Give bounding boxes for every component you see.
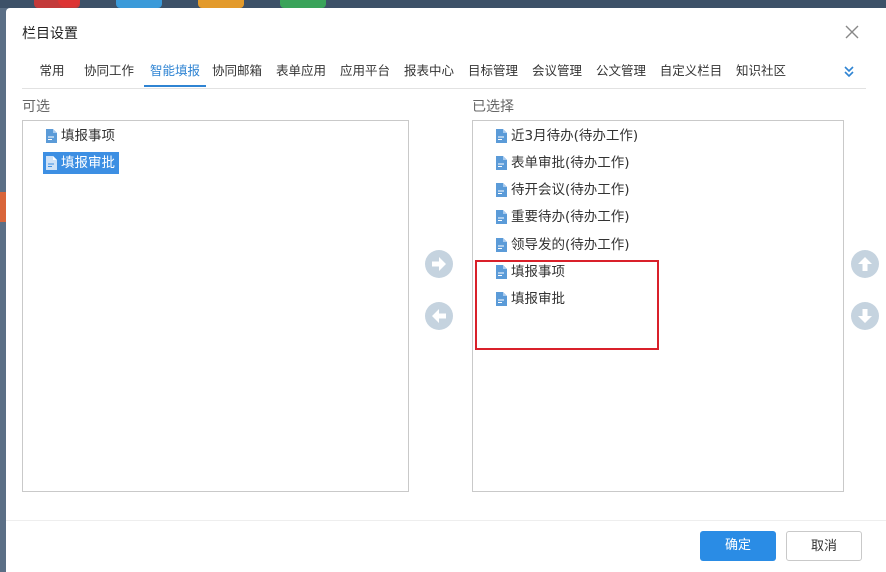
chosen-item[interactable]: 领导发的(待办工作) bbox=[495, 234, 634, 256]
item-label: 待开会议(待办工作) bbox=[511, 182, 630, 198]
tab-collaboration[interactable]: 协同工作 bbox=[80, 58, 138, 87]
arrow-right-icon[interactable] bbox=[424, 249, 454, 279]
tab-knowledge-community[interactable]: 知识社区 bbox=[732, 58, 790, 87]
tab-form-apps[interactable]: 表单应用 bbox=[272, 58, 330, 87]
tab-common[interactable]: 常用 bbox=[34, 58, 70, 87]
document-icon bbox=[496, 238, 507, 252]
footer-divider bbox=[6, 520, 886, 521]
document-icon bbox=[46, 129, 57, 143]
tab-bar: 常用 协同工作 智能填报 协同邮箱 表单应用 应用平台 报表中心 目标管理 会议… bbox=[22, 58, 866, 89]
chosen-label: 已选择 bbox=[472, 99, 514, 115]
close-icon[interactable] bbox=[842, 22, 862, 42]
available-item-fill-matters[interactable]: 填报事项 bbox=[45, 125, 119, 147]
background-app-tile bbox=[116, 0, 162, 8]
column-settings-dialog: 栏目设置 常用 协同工作 智能填报 协同邮箱 表单应用 应用平台 报表中心 目标… bbox=[6, 8, 886, 572]
dialog-title: 栏目设置 bbox=[22, 26, 78, 42]
background-notification-badge bbox=[58, 0, 80, 7]
document-icon bbox=[496, 129, 507, 143]
item-label: 重要待办(待办工作) bbox=[511, 209, 630, 225]
tab-report-center[interactable]: 报表中心 bbox=[400, 58, 458, 87]
item-label: 表单审批(待办工作) bbox=[511, 155, 630, 171]
arrow-up-icon[interactable] bbox=[850, 249, 880, 279]
annotation-highlight-box bbox=[475, 260, 659, 350]
item-label: 填报事项 bbox=[61, 128, 115, 144]
double-chevron-down-icon[interactable] bbox=[842, 64, 856, 78]
document-icon bbox=[496, 210, 507, 224]
tab-meeting-management[interactable]: 会议管理 bbox=[528, 58, 586, 87]
arrow-left-icon[interactable] bbox=[424, 301, 454, 331]
tab-custom-columns[interactable]: 自定义栏目 bbox=[656, 58, 726, 87]
item-label: 近3月待办(待办工作) bbox=[511, 128, 639, 144]
item-label: 领导发的(待办工作) bbox=[511, 237, 630, 253]
chosen-item[interactable]: 近3月待办(待办工作) bbox=[495, 125, 642, 147]
available-list[interactable]: 填报事项 填报审批 bbox=[22, 120, 409, 492]
cancel-button[interactable]: 取消 bbox=[786, 531, 862, 561]
tab-app-platform[interactable]: 应用平台 bbox=[336, 58, 394, 87]
tab-goal-management[interactable]: 目标管理 bbox=[464, 58, 522, 87]
dialog-titlebar: 栏目设置 bbox=[6, 8, 886, 56]
tab-document-management[interactable]: 公文管理 bbox=[592, 58, 650, 87]
chosen-item[interactable]: 重要待办(待办工作) bbox=[495, 206, 634, 228]
document-icon bbox=[496, 183, 507, 197]
available-label: 可选 bbox=[22, 99, 50, 115]
background-app-tile bbox=[198, 0, 244, 8]
chosen-item[interactable]: 表单审批(待办工作) bbox=[495, 152, 634, 174]
document-icon bbox=[496, 156, 507, 170]
tab-smart-fill[interactable]: 智能填报 bbox=[144, 58, 206, 87]
available-item-fill-approval[interactable]: 填报审批 bbox=[43, 152, 119, 174]
tab-collab-mailbox[interactable]: 协同邮箱 bbox=[208, 58, 266, 87]
chosen-item[interactable]: 待开会议(待办工作) bbox=[495, 179, 634, 201]
confirm-button[interactable]: 确定 bbox=[700, 531, 776, 561]
background-app-tile bbox=[280, 0, 326, 8]
background-app-strip bbox=[0, 0, 886, 8]
document-icon bbox=[46, 156, 57, 170]
item-label: 填报审批 bbox=[61, 155, 115, 171]
arrow-down-icon[interactable] bbox=[850, 301, 880, 331]
